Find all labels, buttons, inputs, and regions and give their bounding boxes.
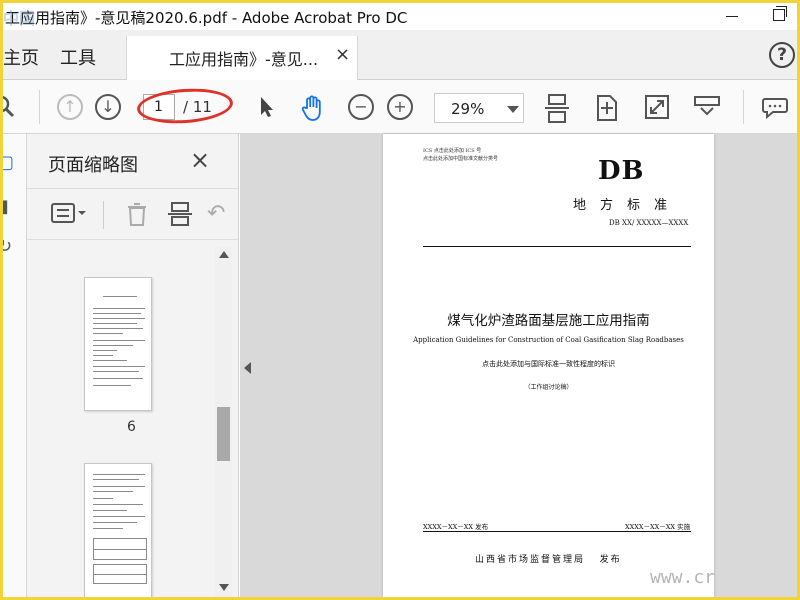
pdf-page[interactable]: ICS 点击此处添加 ICS 号 点击此处添加中国标准文献分类号 DB 地方标准… — [383, 134, 714, 597]
ccs-line: 点击此处添加中国标准文献分类号 — [423, 156, 499, 162]
bookmarks-icon[interactable]: ▮ — [3, 196, 9, 217]
issuer: 山西省市场监督管理局 发布 — [475, 552, 622, 565]
standard-code: DB XX/ XXXXX—XXXX — [609, 219, 689, 227]
page-thumbnail[interactable] — [84, 463, 152, 597]
restore-icon[interactable] — [773, 6, 787, 21]
main-toolbar: ↑ ↓ 1 / 11 − + 29% — [3, 80, 797, 134]
hand-tool-icon[interactable] — [300, 94, 326, 121]
document-title: 煤气化炉渣路面基层施工应用指南 — [447, 313, 650, 329]
document-title-english: Application Guidelines for Construction … — [413, 336, 684, 344]
page-thumbnail[interactable] — [84, 277, 152, 411]
standard-type: 地方标准 — [573, 198, 682, 213]
title-bar: 工应用指南》-意见稿2020.6.pdf - Adobe Acrobat Pro… — [3, 3, 797, 30]
release-date: XXXX－XX－XX 发布 — [423, 523, 489, 531]
toolbar-separator — [39, 90, 40, 124]
search-icon[interactable] — [3, 94, 17, 120]
implement-date: XXXX－XX－XX 实施 — [625, 523, 691, 531]
next-page-icon[interactable]: ↓ — [95, 94, 121, 120]
issuer-suffix: 发布 — [599, 555, 622, 565]
thumbnail-scrollbar[interactable] — [215, 247, 232, 597]
consistency-note: 点击此处添加与国际标准一致性程度的标识 — [482, 360, 615, 368]
menu-home[interactable]: 主页 — [3, 44, 39, 70]
close-tab-icon[interactable]: × — [335, 44, 350, 65]
page-thumbnails-panel: 页面缩略图 × ↶ 6 — [27, 134, 239, 597]
scroll-up-icon[interactable] — [219, 251, 229, 258]
db-label: DB — [598, 156, 645, 186]
scroll-mode-icon[interactable] — [544, 94, 570, 123]
watermark-top-left: 中国 — [3, 9, 36, 28]
watermark-bottom-right: www.cr — [650, 567, 716, 588]
issuer-name: 山西省市场监督管理局 — [475, 555, 586, 565]
tab-bar: 主页 工具 工应用指南》-意见... × ? — [3, 30, 797, 80]
footer-rule — [423, 531, 691, 532]
scroll-thumb[interactable] — [217, 407, 230, 461]
draft-note: （工作组讨论稿） — [524, 384, 573, 391]
ics-line: ICS 点击此处添加 ICS 号 — [423, 148, 482, 154]
fit-page-icon[interactable] — [594, 94, 620, 121]
menu-tools[interactable]: 工具 — [60, 44, 96, 70]
toolbar-separator — [103, 201, 104, 229]
toolbar-separator — [743, 90, 744, 124]
scroll-down-icon[interactable] — [219, 584, 229, 591]
help-icon[interactable]: ? — [769, 42, 795, 68]
thumbnail-toolbar: ↶ — [27, 188, 239, 240]
chevron-down-icon — [507, 106, 519, 113]
document-viewer[interactable]: ICS 点击此处添加 ICS 号 点击此处添加中国标准文献分类号 DB 地方标准… — [240, 134, 797, 597]
red-annotation-ellipse — [135, 85, 235, 127]
insert-page-icon[interactable] — [167, 201, 193, 233]
navigation-strip: ▢ ▮ ↻ — [3, 134, 27, 597]
close-panel-icon[interactable]: × — [190, 146, 210, 174]
attachments-icon[interactable]: ↻ — [3, 236, 12, 257]
trash-icon[interactable] — [124, 201, 150, 233]
acrobat-window: 工应用指南》-意见稿2020.6.pdf - Adobe Acrobat Pro… — [3, 3, 797, 597]
document-tab-label: 工应用指南》-意见... — [169, 50, 319, 69]
options-menu-icon[interactable] — [51, 201, 89, 233]
zoom-value: 29% — [451, 100, 485, 118]
collapse-panel-icon[interactable] — [244, 362, 251, 374]
minimize-icon[interactable] — [726, 16, 738, 17]
full-screen-icon[interactable] — [644, 94, 670, 120]
previous-page-icon[interactable]: ↑ — [57, 94, 83, 120]
header-rule — [423, 246, 691, 247]
page-thumbnails-icon[interactable]: ▢ — [3, 152, 14, 173]
window-title: 工应用指南》-意见稿2020.6.pdf - Adobe Acrobat Pro… — [5, 9, 408, 27]
thumbnail-page-number: 6 — [127, 419, 136, 435]
comment-icon[interactable] — [761, 94, 788, 120]
document-tab[interactable]: 工应用指南》-意见... × — [126, 36, 358, 80]
zoom-in-icon[interactable]: + — [387, 94, 413, 120]
select-cursor-icon[interactable] — [253, 94, 279, 120]
read-mode-icon[interactable] — [693, 94, 720, 120]
panel-title: 页面缩略图 — [48, 155, 138, 176]
zoom-out-icon[interactable]: − — [348, 94, 374, 120]
rotate-icon[interactable]: ↶ — [207, 201, 225, 226]
zoom-dropdown[interactable]: 29% — [434, 93, 524, 123]
